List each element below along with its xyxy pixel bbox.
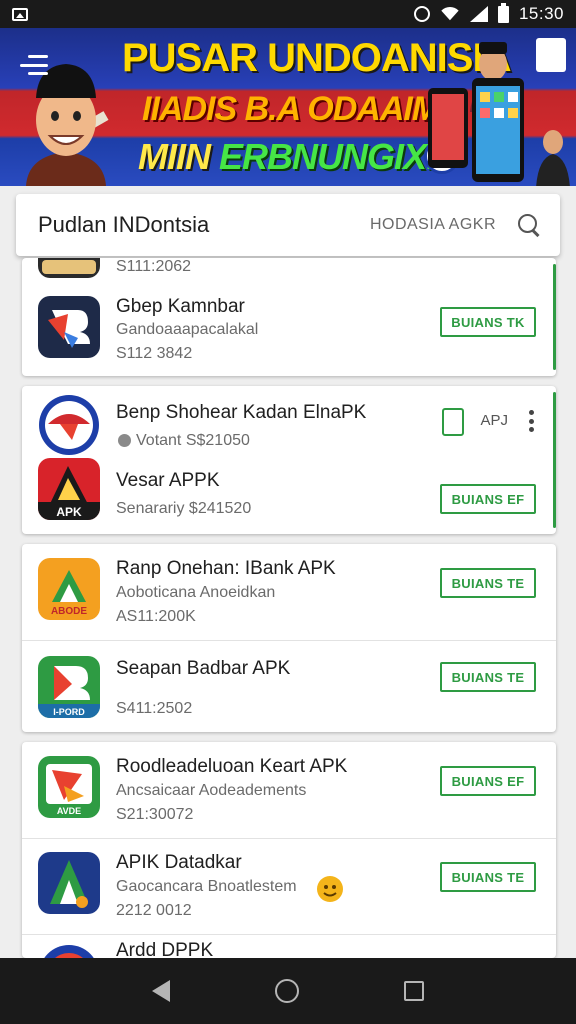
- app-name: Ranp Onehan: IBank APK: [116, 558, 336, 579]
- info-icon: [118, 434, 131, 447]
- app-card: AVDE Roodleadeluoan Keart APK Ancsaicaar…: [22, 742, 556, 958]
- app-logo-icon: ABODE: [38, 558, 100, 620]
- app-name: Ardd DPPK: [116, 940, 214, 958]
- app-logo-text: AVDE: [57, 806, 81, 816]
- install-button[interactable]: BUIANS TE: [440, 568, 536, 598]
- search-title: Pudlan INDontsia: [38, 212, 210, 237]
- app-logo-icon: [38, 296, 100, 358]
- divider: [22, 838, 556, 839]
- battery-icon: [497, 2, 509, 23]
- image-notification-icon: [12, 7, 28, 21]
- app-logo-icon: [44, 945, 94, 958]
- wifi-icon: [440, 7, 460, 21]
- app-size: S411:2502: [116, 700, 193, 717]
- app-subtitle: Ancsaicaar Aodeadements: [116, 782, 307, 799]
- install-button[interactable]: BUIANS TK: [440, 307, 536, 337]
- overflow-menu-icon[interactable]: [528, 410, 534, 432]
- search-bar[interactable]: Pudlan INDontsia HODASIA AGKR: [16, 194, 560, 256]
- banner-tagline: MIIN ERBNUNGIX!: [138, 136, 438, 177]
- list-item[interactable]: ABODE Ranp Onehan: IBank APK Aoboticana …: [22, 544, 556, 640]
- list-item[interactable]: Gbep Kamnbar Gandoaaapacalakal S112 3842…: [22, 286, 556, 372]
- status-bar: 15:30: [0, 0, 576, 28]
- list-item[interactable]: S111:2062: [22, 258, 556, 280]
- app-name: Benp Shohear Kadan ElnaPK: [116, 402, 367, 423]
- app-logo-text: APK: [56, 505, 82, 519]
- app-card: S111:2062 Gbep Kamnbar Gandoaaapacalakal…: [22, 258, 556, 376]
- app-logo-text: ABODE: [51, 606, 87, 617]
- app-name: APIK Datadkar: [116, 852, 242, 873]
- list-item[interactable]: I-PORD Seapan Badbar APK S411:2502 BUIAN…: [22, 640, 556, 732]
- android-package-icon[interactable]: [442, 408, 464, 436]
- app-name: Vesar APPK: [116, 470, 220, 491]
- divider: [22, 934, 556, 935]
- banner-title: PUSAR UNDOANISIA: [122, 36, 511, 80]
- app-logo-icon: [38, 852, 100, 914]
- smartphones-icon: [428, 78, 524, 182]
- app-size: 2212 0012: [116, 902, 192, 919]
- list-item[interactable]: APIK Datadkar Gaocancara Bnoatlestem 221…: [22, 838, 556, 934]
- apk-badge: APJ: [480, 412, 508, 429]
- list-item[interactable]: Benp Shohear Kadan ElnaPK Votant S$21050…: [22, 386, 556, 456]
- app-card: Benp Shohear Kadan ElnaPK Votant S$21050…: [22, 386, 556, 534]
- app-logo-icon: I-PORD: [38, 656, 100, 718]
- clock: 15:30: [518, 4, 564, 23]
- menu-icon[interactable]: [16, 50, 52, 80]
- person-standing-icon: [536, 130, 570, 186]
- app-subtitle: Gaocancara Bnoatlestem: [116, 878, 297, 895]
- app-subtitle: Gandoaaapacalakal: [116, 321, 259, 338]
- install-button[interactable]: BUIANS EF: [440, 766, 536, 796]
- install-button[interactable]: BUIANS EF: [440, 484, 536, 514]
- signal-icon: [469, 6, 488, 22]
- back-icon[interactable]: [152, 980, 171, 1002]
- list-item[interactable]: AVDE Roodleadeluoan Keart APK Ancsaicaar…: [22, 742, 556, 838]
- install-button[interactable]: BUIANS TE: [440, 862, 536, 892]
- home-icon[interactable]: [274, 979, 299, 1003]
- app-name: Seapan Badbar APK: [116, 658, 291, 679]
- app-size: S111:2062: [116, 258, 192, 275]
- alarm-icon: [413, 6, 430, 22]
- promo-banner[interactable]: PUSAR UNDOANISIA IIADIS B.A ODAAIMA MIIN…: [0, 28, 576, 186]
- search-hint: HODASIA AGKR: [369, 216, 496, 233]
- app-logo-text: I-PORD: [53, 707, 85, 717]
- navigation-bar: [0, 958, 576, 1024]
- app-size: S21:30072: [116, 806, 194, 823]
- app-name: Gbep Kamnbar: [116, 296, 245, 317]
- app-subtitle: Senarariy $241520: [116, 500, 252, 517]
- app-name: Roodleadeluoan Keart APK: [116, 756, 348, 777]
- divider: [22, 640, 556, 641]
- banner-subtitle: IIADIS B.A ODAAIMA: [142, 90, 464, 128]
- list-item[interactable]: APK Vesar APPK Senarariy $241520 BUIANS …: [22, 456, 556, 534]
- app-subtitle: Aoboticana Anoeidkan: [116, 584, 276, 601]
- app-size: AS11:200K: [116, 608, 196, 625]
- install-button[interactable]: BUIANS TE: [440, 662, 536, 692]
- emblem-icon: [536, 38, 566, 72]
- app-size: S112 3842: [116, 345, 193, 362]
- recent-apps-icon[interactable]: [403, 981, 424, 1001]
- search-icon[interactable]: [516, 212, 542, 238]
- app-logo-icon: [39, 395, 99, 455]
- app-subtitle: Votant S$21050: [136, 432, 250, 449]
- app-logo-icon: APK: [38, 458, 100, 520]
- app-logo-icon: [38, 258, 100, 278]
- app-card: ABODE Ranp Onehan: IBank APK Aoboticana …: [22, 544, 556, 732]
- list-item[interactable]: Ardd DPPK: [22, 934, 556, 958]
- emoji-icon: [317, 876, 343, 902]
- app-logo-icon: AVDE: [38, 756, 100, 818]
